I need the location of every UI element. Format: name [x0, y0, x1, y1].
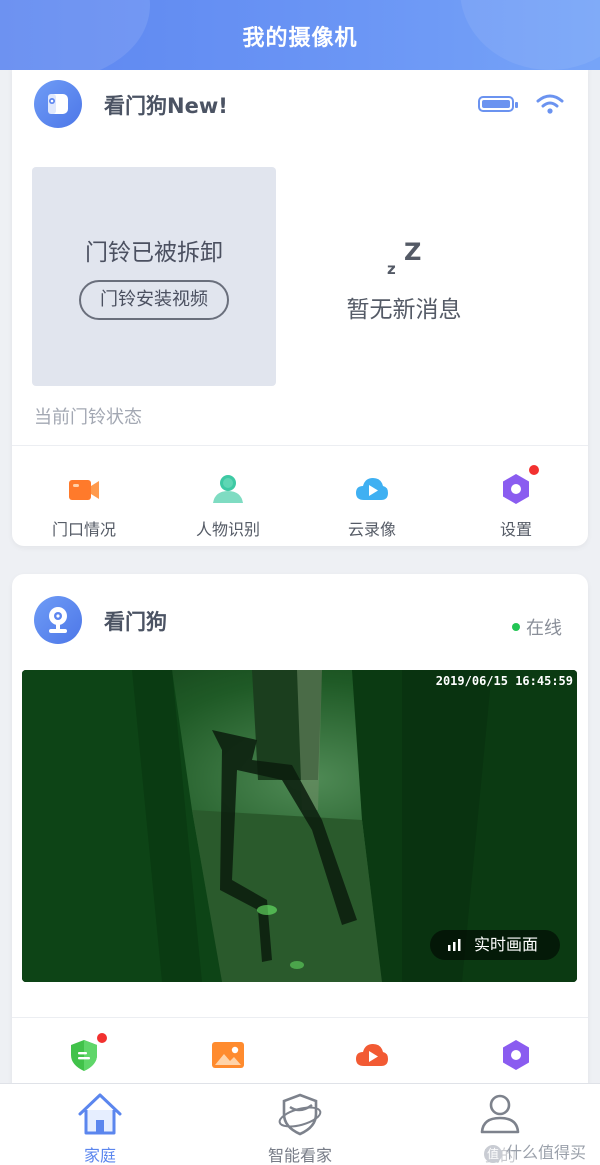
doorbell-status-panel: 门铃已被拆卸 门铃安装视频 [32, 167, 276, 386]
nav-item-home[interactable]: 家庭 [0, 1084, 200, 1165]
live-view-label: 实时画面 [474, 935, 539, 954]
home-icon [78, 1093, 122, 1135]
live-view-button[interactable]: 实时画面 [430, 930, 560, 960]
online-dot [512, 623, 520, 631]
doorbell-card[interactable]: 看门狗New! 门铃已被拆卸 门铃安装视频 Z z 暂无新消息 当前门铃状态 门… [12, 58, 588, 546]
app-header: 我的摄像机 [0, 0, 600, 70]
no-message-text: 暂无新消息 [346, 297, 462, 323]
battery-icon [478, 96, 518, 112]
nav-label: 智能看家 [267, 1146, 332, 1165]
action-door-view[interactable]: 门口情况 [12, 450, 156, 546]
settings-hex-icon [503, 474, 529, 504]
action-label: 人物识别 [195, 520, 260, 539]
bottom-navigation: 家庭 智能看家 我的 值什么值得买 [0, 1083, 600, 1165]
action-cloud-recording[interactable]: 云录像 [300, 450, 444, 546]
action-label: 设置 [499, 520, 532, 539]
action-person-recognition[interactable]: 人物识别 [156, 450, 300, 546]
doorbell-name: 看门狗New! [104, 94, 228, 118]
nav-label: 家庭 [83, 1146, 116, 1165]
shield-icon [71, 1040, 97, 1071]
camera-card[interactable]: 看门狗 在线 2019/06/15 16:45:59 实时画面 [12, 574, 588, 1134]
action-label: 门口情况 [51, 520, 116, 539]
nav-item-me[interactable]: 我的 值什么值得买 [400, 1084, 600, 1165]
page-title: 我的摄像机 [242, 26, 358, 51]
camera-name: 看门狗 [104, 610, 167, 634]
image-icon [212, 1042, 244, 1068]
camera-device-icon [34, 596, 82, 644]
doorbell-state-label: 当前门铃状态 [34, 407, 142, 428]
watermark-badge: 值 [483, 1145, 502, 1163]
install-video-button[interactable]: 门铃安装视频 [79, 280, 229, 320]
video-timestamp: 2019/06/15 16:45:59 [435, 674, 573, 688]
cloud-play-icon [356, 478, 388, 500]
action-settings[interactable]: 设置 [444, 450, 588, 546]
signal-bars-icon [448, 939, 461, 951]
action-label: 云录像 [347, 520, 396, 539]
nav-item-smart-guard[interactable]: 智能看家 [200, 1084, 400, 1165]
notification-dot [528, 464, 540, 476]
door-camera-icon [69, 480, 99, 500]
settings-hex-icon [503, 1040, 529, 1070]
notification-dot [96, 1032, 108, 1044]
online-label: 在线 [526, 618, 562, 639]
divider [12, 445, 588, 446]
doorbell-device-icon [34, 80, 82, 128]
watermark-text: 什么值得买 [505, 1143, 586, 1162]
watermark: 值什么值得买 [479, 1138, 590, 1164]
app-screen: 我的摄像机 看门狗New! 门铃已被拆卸 门铃安装视频 Z z 暂无新消息 当前… [0, 0, 600, 1165]
cloud-play-icon [356, 1044, 388, 1066]
sleep-icon-small: z [387, 260, 396, 278]
camera-preview[interactable]: 2019/06/15 16:45:59 实时画面 [22, 670, 577, 982]
wifi-icon [536, 94, 564, 114]
user-icon [480, 1094, 520, 1134]
sleep-icon-large: Z [404, 238, 422, 266]
doorbell-actions: 门口情况 人物识别 云录像 设置 [12, 450, 588, 546]
detached-text: 门铃已被拆卸 [85, 240, 223, 266]
camera-header: 看门狗 [34, 596, 564, 646]
shield-guard-icon [278, 1093, 322, 1136]
online-status: 在线 [512, 614, 562, 640]
person-icon [213, 475, 243, 503]
divider [12, 1017, 588, 1018]
doorbell-header: 看门狗New! [34, 80, 564, 130]
